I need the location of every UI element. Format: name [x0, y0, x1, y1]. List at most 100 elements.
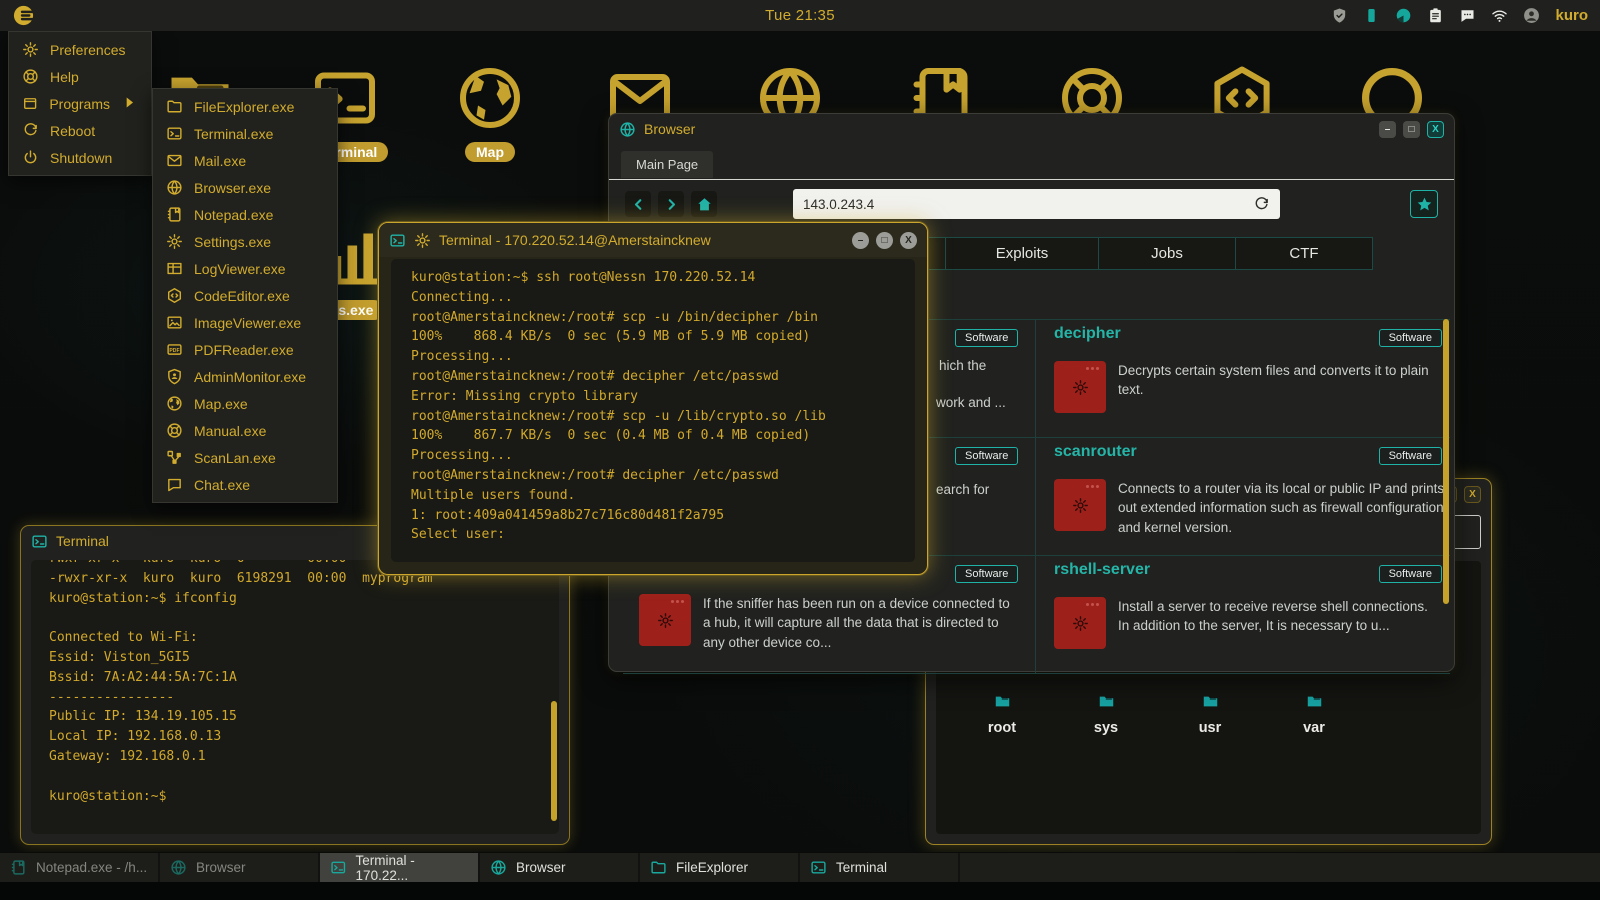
- software-title[interactable]: decipher: [1054, 325, 1121, 343]
- category-tab-exploits[interactable]: Exploits: [946, 237, 1099, 270]
- taskbar-item-label: Browser: [516, 860, 566, 875]
- submenu-item-settings[interactable]: Settings.exe: [153, 228, 337, 255]
- submenu-item-imageviewer[interactable]: ImageViewer.exe: [153, 309, 337, 336]
- globe-icon: [619, 121, 636, 138]
- folder-item-sys[interactable]: sys: [1070, 693, 1142, 736]
- software-badge: Software: [1379, 565, 1442, 583]
- browser-scrollbar[interactable]: [1443, 319, 1449, 604]
- window-title: Terminal: [56, 533, 109, 549]
- menu-item-help[interactable]: Help: [9, 63, 151, 90]
- system-logo-icon[interactable]: [12, 4, 35, 27]
- minimize-button[interactable]: –: [852, 232, 869, 249]
- submenu-item-manual[interactable]: Manual.exe: [153, 417, 337, 444]
- submenu-item-pdfreader[interactable]: PDF PDFReader.exe: [153, 336, 337, 363]
- software-badge: Software: [955, 565, 1018, 583]
- lifebuoy-icon: [22, 68, 39, 85]
- app-icon: [639, 594, 691, 646]
- taskbar-item-browser-1[interactable]: Browser: [160, 853, 320, 882]
- maximize-button[interactable]: □: [876, 232, 893, 249]
- submenu-item-chat[interactable]: Chat.exe: [153, 471, 337, 498]
- pie-status-icon[interactable]: [1395, 7, 1412, 24]
- submenu-item-mail[interactable]: Mail.exe: [153, 147, 337, 174]
- terminal-icon: [31, 533, 48, 550]
- terminal-line: root@Amerstaincknew:/root# scp -u /bin/d…: [411, 310, 915, 330]
- gear-icon: [1072, 379, 1089, 396]
- clipboard-icon[interactable]: [1427, 7, 1444, 24]
- terminal-output[interactable]: rwxr-xr-x kuro kuro 0 00:00 -rwxr-xr-x k…: [31, 560, 559, 834]
- terminal-remote-titlebar[interactable]: Terminal - 170.220.52.14@Amerstaincknew …: [379, 223, 927, 257]
- software-card[interactable]: decipher Software Decrypts certain syste…: [1035, 320, 1450, 438]
- taskbar-item-browser-2[interactable]: Browser: [480, 853, 640, 882]
- category-tab-ctf[interactable]: CTF: [1236, 237, 1373, 270]
- folder-item-root[interactable]: root: [966, 693, 1038, 736]
- software-card[interactable]: rshell-server Software Install a server …: [1035, 556, 1450, 674]
- submenu-item-logviewer[interactable]: LogViewer.exe: [153, 255, 337, 282]
- taskbar-item-terminal-local[interactable]: Terminal: [800, 853, 960, 882]
- chat-icon[interactable]: [1459, 7, 1476, 24]
- svg-text:PDF: PDF: [169, 348, 179, 354]
- gear-icon: [1072, 497, 1089, 514]
- folder-item-usr[interactable]: usr: [1174, 693, 1246, 736]
- submenu-item-notepad[interactable]: Notepad.exe: [153, 201, 337, 228]
- submenu-item-browser[interactable]: Browser.exe: [153, 174, 337, 201]
- mail-icon: [166, 152, 183, 169]
- back-button[interactable]: [625, 191, 651, 217]
- minimize-button[interactable]: –: [1379, 121, 1396, 138]
- software-title[interactable]: scanrouter: [1054, 443, 1137, 461]
- menu-item-shutdown[interactable]: Shutdown: [9, 144, 151, 171]
- terminal-scrollbar[interactable]: [551, 701, 557, 821]
- bookmark-button[interactable]: [1410, 190, 1438, 218]
- submenu-item-fileexplorer[interactable]: FileExplorer.exe: [153, 93, 337, 120]
- submenu-item-codeeditor[interactable]: CodeEditor.exe: [153, 282, 337, 309]
- software-card[interactable]: scanrouter Software Connects to a router…: [1035, 438, 1450, 556]
- close-button[interactable]: X: [1427, 121, 1444, 138]
- terminal-line: Multiple users found.: [411, 488, 915, 508]
- shield-check-icon[interactable]: [1331, 7, 1348, 24]
- submenu-arrow-icon: [121, 94, 138, 114]
- notepad-icon: [10, 859, 27, 876]
- terminal-output[interactable]: kuro@station:~$ ssh root@Nessn 170.220.5…: [391, 259, 915, 562]
- terminal-icon: [330, 859, 347, 876]
- menu-item-preferences[interactable]: Preferences: [9, 36, 151, 63]
- terminal-line: root@Amerstaincknew:/root# decipher /etc…: [411, 369, 915, 389]
- submenu-item-map[interactable]: Map.exe: [153, 390, 337, 417]
- folder-icon: [994, 693, 1011, 710]
- url-bar[interactable]: [793, 189, 1280, 219]
- software-badge: Software: [1379, 447, 1442, 465]
- code-icon: [166, 287, 183, 304]
- home-button[interactable]: [691, 191, 717, 217]
- folder-item-var[interactable]: var: [1278, 693, 1350, 736]
- url-input[interactable]: [803, 197, 1253, 212]
- menu-item-reboot[interactable]: Reboot: [9, 117, 151, 144]
- submenu-item-adminmonitor[interactable]: AdminMonitor.exe: [153, 363, 337, 390]
- menu-item-label: LogViewer.exe: [194, 261, 286, 277]
- forward-button[interactable]: [658, 191, 684, 217]
- menu-item-label: Settings.exe: [194, 234, 271, 250]
- desktop-icon-map[interactable]: Map: [454, 62, 526, 162]
- gear-icon: [22, 41, 39, 58]
- user-avatar[interactable]: [1523, 7, 1540, 24]
- username[interactable]: kuro: [1555, 7, 1588, 24]
- refresh-icon[interactable]: [1253, 196, 1270, 213]
- menu-item-programs[interactable]: Programs: [9, 90, 151, 117]
- wifi-icon[interactable]: [1491, 7, 1508, 24]
- maximize-button[interactable]: □: [1403, 121, 1420, 138]
- terminal-line: root@Amerstaincknew:/root# decipher /etc…: [411, 468, 915, 488]
- terminal-icon: [810, 859, 827, 876]
- battery-icon[interactable]: [1363, 7, 1380, 24]
- taskbar-item-terminal-remote[interactable]: Terminal - 170.22...: [320, 853, 480, 882]
- terminal-line: 100% 867.7 KB/s 0 sec (0.4 MB of 0.4 MB …: [411, 428, 915, 448]
- gear-icon: [166, 233, 183, 250]
- software-description: Decrypts certain system files and conver…: [1118, 361, 1448, 413]
- close-button[interactable]: X: [900, 232, 917, 249]
- category-tab-jobs[interactable]: Jobs: [1099, 237, 1236, 270]
- table-icon: [166, 260, 183, 277]
- software-title[interactable]: rshell-server: [1054, 561, 1150, 579]
- close-button[interactable]: X: [1464, 486, 1481, 503]
- submenu-item-terminal[interactable]: Terminal.exe: [153, 120, 337, 147]
- browser-tab-main-page[interactable]: Main Page: [621, 151, 713, 178]
- taskbar-item-notepad[interactable]: Notepad.exe - /h...: [0, 853, 160, 882]
- browser-titlebar[interactable]: Browser – □ X: [609, 114, 1454, 144]
- taskbar-item-fileexplorer[interactable]: FileExplorer: [640, 853, 800, 882]
- submenu-item-scanlan[interactable]: ScanLan.exe: [153, 444, 337, 471]
